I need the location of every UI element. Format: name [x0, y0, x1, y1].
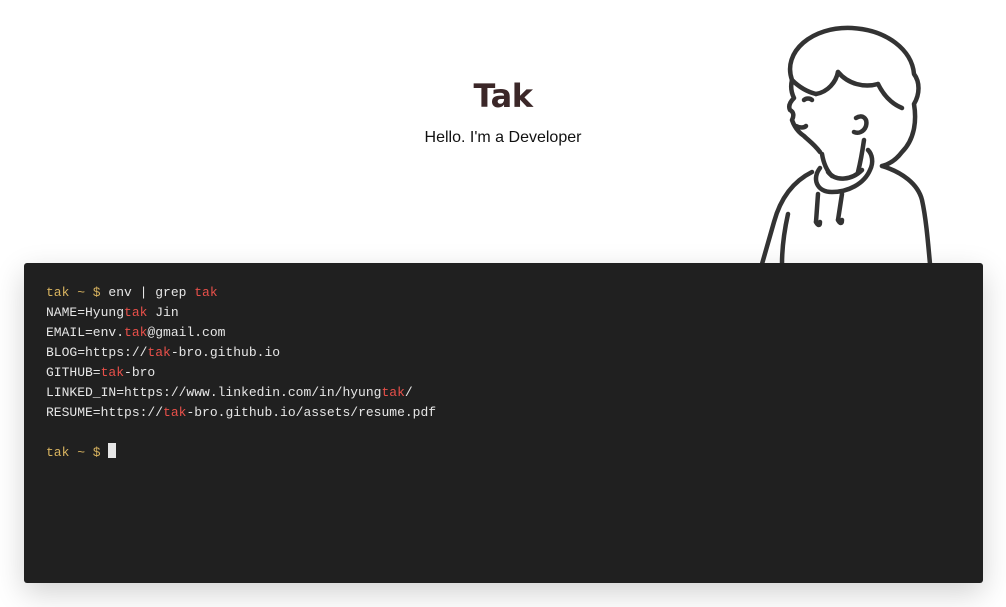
output-text: NAME=Hyung [46, 305, 125, 320]
boy-sketch-illustration [759, 25, 933, 265]
text-cursor[interactable] [108, 443, 117, 458]
output-highlight: tak [124, 325, 148, 340]
prompt: tak ~ $ [46, 285, 101, 300]
output-line-name: NAME=Hyungtak Jin [46, 303, 961, 323]
command-text: env | grep [100, 285, 195, 300]
output-text: GITHUB= [46, 365, 101, 380]
output-line-email: EMAIL=env.tak@gmail.com [46, 323, 961, 343]
terminal-window[interactable]: tak ~ $ env | grep tak NAME=Hyungtak Jin… [24, 263, 983, 583]
output-line-blog: BLOG=https://tak-bro.github.io [46, 343, 961, 363]
output-text: @gmail.com [147, 325, 226, 340]
output-text: EMAIL=env. [46, 325, 125, 340]
output-text: BLOG=https:// [46, 345, 148, 360]
header: Tak Hello. I'm a Developer [0, 0, 1006, 265]
output-highlight: tak [124, 305, 148, 320]
output-highlight: tak [147, 345, 171, 360]
command-highlight: tak [194, 285, 218, 300]
output-highlight: tak [163, 405, 187, 420]
output-text: -bro [124, 365, 156, 380]
output-text: Jin [147, 305, 179, 320]
output-text: LINKED_IN=https://www.linkedin.com/in/hy… [46, 385, 382, 400]
output-text: -bro.github.io [170, 345, 281, 360]
prompt: tak ~ $ [46, 445, 101, 460]
output-highlight: tak [381, 385, 405, 400]
input-line[interactable]: tak ~ $ [46, 443, 961, 463]
output-text: RESUME=https:// [46, 405, 164, 420]
output-line-resume: RESUME=https://tak-bro.github.io/assets/… [46, 403, 961, 423]
output-line-github: GITHUB=tak-bro [46, 363, 961, 383]
output-text: -bro.github.io/assets/resume.pdf [186, 405, 437, 420]
command-line: tak ~ $ env | grep tak [46, 283, 961, 303]
output-highlight: tak [100, 365, 125, 380]
output-text: / [404, 385, 413, 400]
output-line-linkedin: LINKED_IN=https://www.linkedin.com/in/hy… [46, 383, 961, 403]
